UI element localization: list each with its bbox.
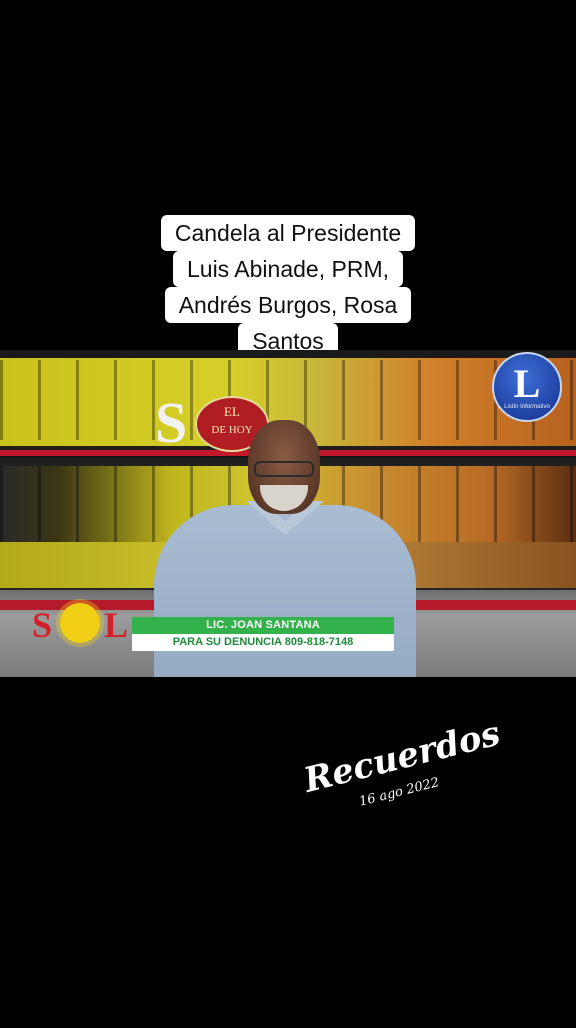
caption-line: Luis Abinade, PRM, [172, 251, 403, 287]
sol-logo-s: S [32, 605, 53, 645]
sun-icon [60, 603, 100, 643]
caption-line: Andrés Burgos, Rosa [164, 287, 412, 323]
contact-line: PARA SU DENUNCIA 809-818-7148 [132, 634, 394, 651]
lower-third-bar: LIC. JOAN SANTANA PARA SU DENUNCIA 809-8… [132, 617, 394, 651]
presenter-name: LIC. JOAN SANTANA [132, 617, 394, 634]
badge-subtitle: Listín Informativo [504, 404, 550, 410]
caption-line: Candela al Presidente [160, 215, 416, 251]
lower-third: S L LIC. JOAN SANTANA PARA SU DENUNCIA 8… [30, 595, 400, 653]
video-frame[interactable]: S EL DE HOY S L LIC. JOAN SANTANA PARA S… [0, 350, 576, 677]
sol-logo-l: L [104, 605, 129, 645]
recuerdos-overlay: Recuerdos 16 ago 2022 [300, 714, 504, 849]
sol-logo: S L [30, 597, 130, 651]
video-caption: Candela al Presidente Luis Abinade, PRM,… [0, 215, 576, 359]
presenter-glasses [254, 461, 314, 477]
badge-letter: L [513, 361, 541, 406]
channel-badge: L Listín Informativo [492, 352, 562, 422]
